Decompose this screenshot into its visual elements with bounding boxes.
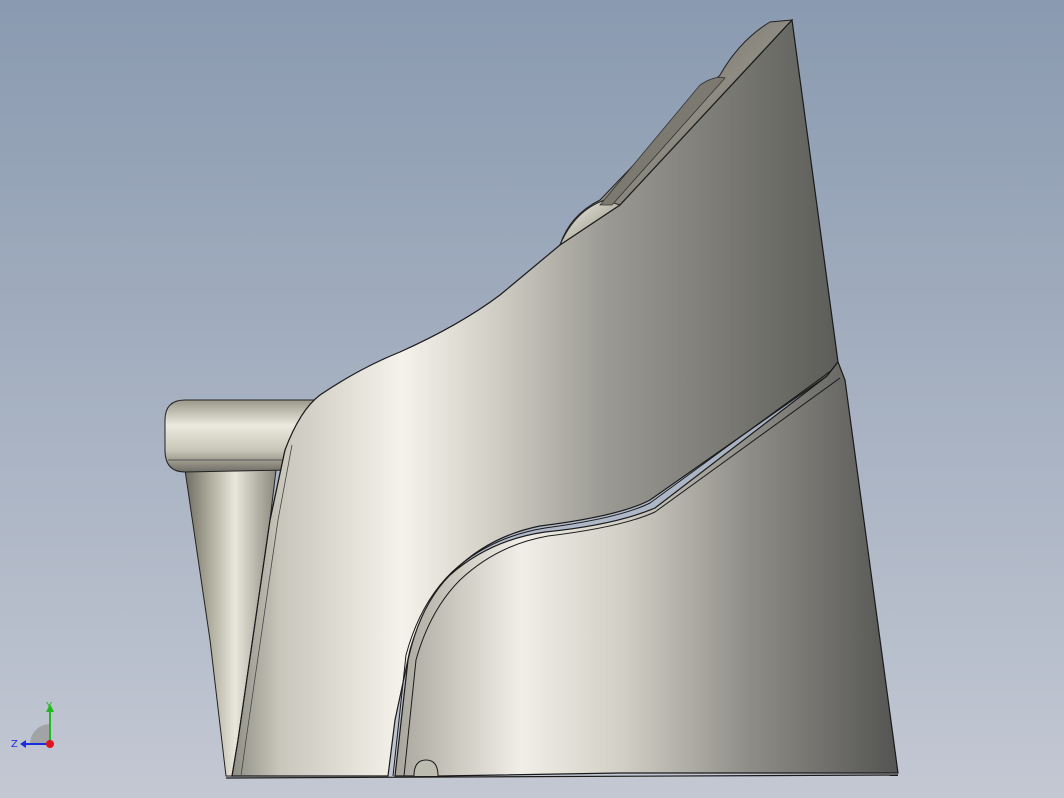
graphics-viewport[interactable]: Y Z [0, 0, 1064, 798]
y-axis-label: Y [45, 701, 53, 712]
x-axis-dot-icon [46, 740, 54, 748]
cad-model-view[interactable] [0, 0, 1064, 798]
z-axis-label: Z [11, 739, 18, 750]
triad-quadrant [30, 724, 50, 744]
z-axis-arrow-icon [20, 740, 26, 748]
view-orientation-triad[interactable]: Y Z [8, 700, 68, 760]
